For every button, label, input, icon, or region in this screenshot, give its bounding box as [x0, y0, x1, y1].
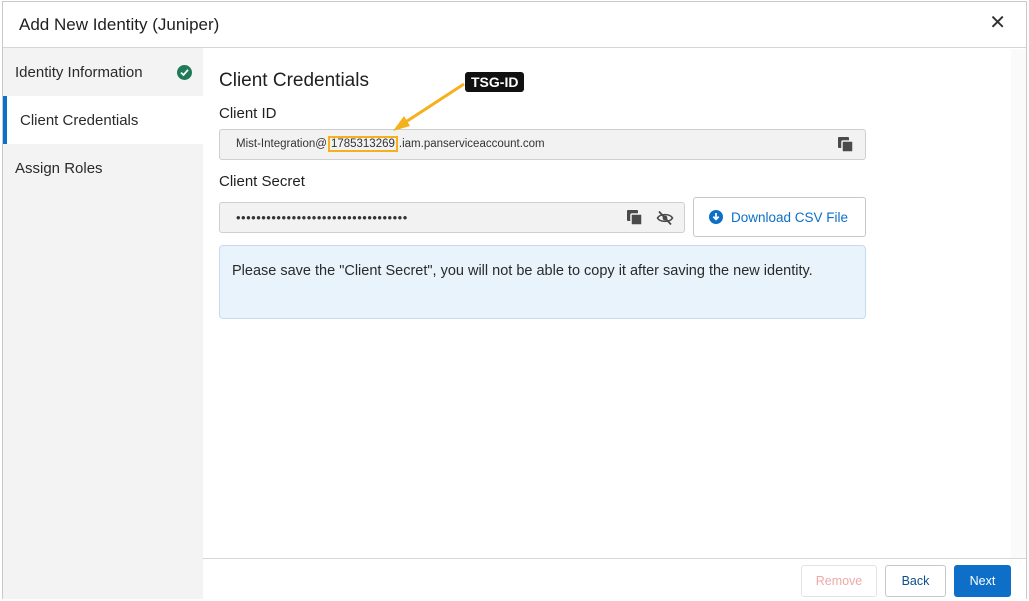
sidebar-item-label: Client Credentials — [20, 111, 139, 129]
eye-off-icon[interactable] — [656, 209, 676, 229]
tsg-id-annotation-tag: TSG-ID — [465, 72, 525, 92]
close-icon[interactable]: ✕ — [989, 13, 1006, 33]
client-id-field[interactable]: Mist-Integration@ 1785313269 .iam.panservi… — [219, 129, 866, 160]
client-id-label: Client ID — [219, 105, 277, 122]
sidebar-item-label: Identity Information — [15, 63, 143, 81]
dialog-title: Add New Identity (Juniper) — [19, 15, 220, 34]
back-button[interactable]: Back — [885, 565, 946, 597]
copy-icon[interactable] — [626, 209, 646, 229]
download-csv-label: Download CSV File — [731, 209, 849, 225]
sidebar-item-client-credentials[interactable]: Client Credentials — [3, 96, 203, 144]
info-message: Please save the "Client Secret", you wil… — [219, 245, 866, 319]
check-circle-icon — [177, 65, 192, 80]
next-button[interactable]: Next — [954, 565, 1011, 597]
tsg-id-highlight: 1785313269 — [327, 136, 398, 152]
client-id-value: Mist-Integration@ 1785313269 .iam.panservi… — [236, 136, 545, 152]
scrollbar[interactable] — [1011, 49, 1026, 559]
client-id-prefix: Mist-Integration@ — [236, 138, 327, 150]
client-secret-masked-value: •••••••••••••••••••••••••••••••••• — [236, 210, 408, 225]
remove-button[interactable]: Remove — [801, 565, 877, 597]
sidebar-item-identity-information[interactable]: Identity Information — [3, 48, 203, 96]
client-secret-label: Client Secret — [219, 173, 305, 190]
section-title: Client Credentials — [219, 70, 369, 91]
main-content: Client Credentials Client ID Mist-Integr… — [203, 48, 1026, 558]
sidebar-item-label: Assign Roles — [15, 159, 103, 177]
client-secret-field[interactable]: •••••••••••••••••••••••••••••••••• — [219, 202, 685, 233]
download-csv-button[interactable]: Download CSV File — [693, 197, 866, 237]
sidebar-item-assign-roles[interactable]: Assign Roles — [3, 144, 203, 192]
dialog-footer: Remove Back Next — [203, 558, 1026, 599]
copy-icon[interactable] — [837, 136, 857, 156]
dialog-header: Add New Identity (Juniper) ✕ — [3, 2, 1026, 48]
download-circle-icon — [709, 210, 723, 224]
wizard-sidebar: Identity Information Client Credentials … — [3, 48, 203, 599]
client-id-suffix: .iam.panserviceaccount.com — [398, 138, 545, 150]
